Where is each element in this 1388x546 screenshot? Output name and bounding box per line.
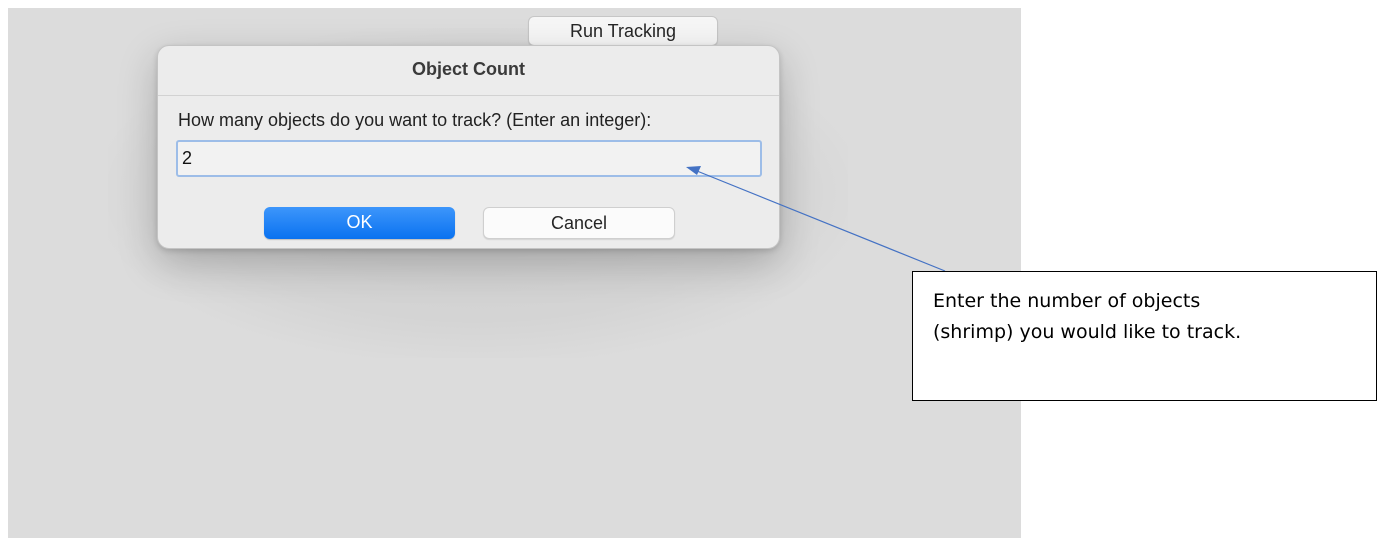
- cancel-button[interactable]: Cancel: [483, 207, 675, 239]
- annotation-callout-box: Enter the number of objects (shrimp) you…: [912, 271, 1377, 401]
- ok-button[interactable]: OK: [264, 207, 455, 239]
- annotation-line-1: Enter the number of objects: [933, 290, 1201, 312]
- object-count-input[interactable]: 2: [176, 140, 762, 177]
- prompt-label: How many objects do you want to track? (…: [178, 110, 652, 130]
- annotation-line-2: (shrimp) you would like to track.: [933, 321, 1242, 343]
- run-tracking-button[interactable]: Run Tracking: [528, 16, 718, 46]
- screenshot-canvas: Run Tracking Object Count How many objec…: [0, 0, 1388, 546]
- dialog-title: Object Count: [412, 59, 525, 79]
- object-count-dialog: Object Count How many objects do you wan…: [157, 45, 780, 249]
- dialog-titlebar: Object Count: [158, 46, 779, 96]
